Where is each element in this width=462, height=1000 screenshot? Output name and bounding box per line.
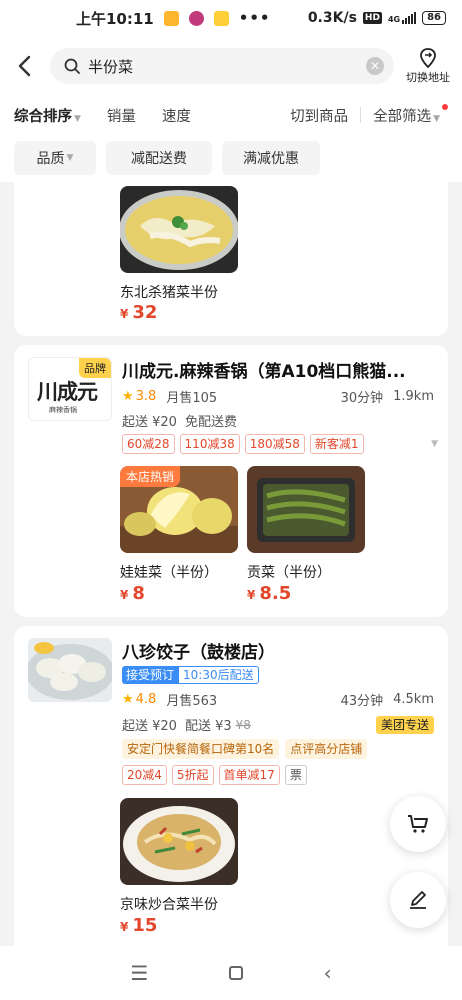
promo-tag: 60减28: [122, 434, 175, 454]
status-bar: 上午10:11 ••• 0.3K/s HD 4G 86: [0, 0, 462, 36]
shop-card[interactable]: 东北杀猪菜半份 ¥32: [14, 176, 448, 336]
switch-address-button[interactable]: 切换地址: [406, 47, 450, 85]
sort-comprehensive[interactable]: 综合排序 ▼: [14, 105, 81, 126]
shop-logo-dumpling-image: [28, 638, 112, 702]
preorder-tag: 接受预订: [122, 666, 179, 684]
shop-card[interactable]: 八珍饺子（鼓楼店） 接受预订 10:30后配送 ★ 4.8 月售563 43分钟…: [14, 626, 448, 946]
sort-sales[interactable]: 销量: [107, 105, 136, 126]
promo-tag: 180减58: [244, 434, 305, 454]
sort-speed[interactable]: 速度: [162, 105, 191, 126]
hd-icon: HD: [362, 12, 382, 24]
signal-icon: 4G: [388, 12, 417, 24]
min-order: 起送 ¥20: [122, 415, 177, 430]
caret-down-icon: ▼: [66, 153, 74, 163]
app-notification-icon: [188, 10, 204, 26]
promo-tags: 60减28 110减38 180减58 新客减1 ▼: [122, 434, 438, 454]
meituan-delivery-badge: 美团专送: [375, 715, 434, 734]
search-box[interactable]: ✕: [50, 48, 394, 84]
caret-down-icon: ▼: [433, 113, 440, 124]
switch-to-goods-button[interactable]: 切到商品: [290, 105, 348, 126]
expand-promos-icon[interactable]: ▼: [431, 439, 438, 449]
dish-price: ¥32: [120, 302, 158, 323]
pencil-icon: [410, 891, 426, 909]
chip-discount[interactable]: 满减优惠: [222, 141, 320, 175]
invoice-tag: 票: [284, 765, 307, 785]
rating: 4.8: [135, 692, 157, 707]
home-icon[interactable]: [228, 966, 243, 980]
notification-icon: [163, 10, 179, 26]
rating: 3.8: [135, 389, 157, 404]
more-notifications-icon: •••: [238, 9, 271, 27]
menu-icon[interactable]: ☰: [130, 961, 148, 985]
brand-badge: 品牌: [79, 358, 111, 378]
preorder-tags: 接受预订 10:30后配送: [122, 666, 259, 684]
edit-button[interactable]: [390, 872, 446, 928]
rank-tag: 安定门快餐简餐口碑第10名: [122, 739, 280, 759]
all-filter-button[interactable]: 全部筛选 ▼: [373, 105, 440, 126]
search-input[interactable]: [88, 57, 366, 75]
caret-down-icon: ▼: [74, 113, 81, 124]
promo-tag: 5折起: [171, 765, 214, 785]
monthly-sales: 月售563: [166, 694, 218, 709]
promo-tag: 新客减1: [309, 434, 364, 454]
chevron-left-icon: [18, 55, 31, 77]
search-header: ✕ 切换地址: [0, 36, 462, 96]
star-icon: ★: [122, 389, 134, 404]
stir-fried-vegetables-image[interactable]: [120, 798, 238, 885]
shop-logo: 品牌 川成元 麻辣香锅: [28, 357, 112, 421]
dish-name: 贡菜（半份）: [247, 565, 331, 581]
search-icon: [64, 58, 80, 74]
original-delivery-fee: ¥8: [235, 717, 251, 732]
location-switch-icon: [420, 48, 436, 69]
chip-quality[interactable]: 品质 ▼: [14, 141, 96, 175]
gongcai-image[interactable]: [247, 466, 365, 553]
sauerkraut-pork-dish-image[interactable]: [120, 186, 238, 273]
hot-seller-badge: 本店热销: [120, 466, 181, 487]
rank-tags: 安定门快餐简餐口碑第10名 点评高分店铺: [122, 739, 373, 759]
dish-price: ¥8.5: [247, 583, 292, 604]
battery-icon: 86: [422, 11, 446, 25]
shop-title[interactable]: 川成元.麻辣香锅（第A10档口熊猫...: [122, 357, 438, 382]
switch-address-label: 切换地址: [406, 71, 450, 84]
cart-button[interactable]: [390, 796, 446, 852]
baby-cabbage-image[interactable]: 本店热销: [120, 466, 238, 553]
dish-name: 京味炒合菜半份: [120, 897, 218, 913]
distance: 1.9km: [393, 389, 434, 404]
clear-search-button[interactable]: ✕: [366, 57, 384, 75]
chip-reduced-delivery[interactable]: 减配送费: [106, 141, 212, 175]
monthly-sales: 月售105: [166, 391, 218, 406]
system-nav-bar: ☰ ‹: [0, 946, 462, 1000]
divider: [360, 107, 362, 123]
delivery-fee: 配送 ¥3: [184, 719, 232, 734]
filter-red-dot: [442, 104, 448, 110]
back-button[interactable]: [2, 44, 46, 88]
status-time: 上午10:11: [76, 9, 154, 28]
promo-tag: 20减4: [122, 765, 167, 785]
star-icon: ★: [122, 692, 134, 707]
rank-tag: 点评高分店铺: [285, 739, 368, 759]
dish-price: ¥8: [120, 583, 145, 604]
dish-name: 娃娃菜（半份）: [120, 565, 218, 581]
network-speed: 0.3K/s: [307, 10, 357, 26]
promo-tag: 110减38: [179, 434, 240, 454]
min-order: 起送 ¥20: [122, 719, 177, 734]
logo-text: 川成元: [37, 379, 98, 404]
distance: 4.5km: [393, 692, 434, 707]
shop-card[interactable]: 品牌 川成元 麻辣香锅 川成元.麻辣香锅（第A10档口熊猫... ★ 3.8 月…: [14, 345, 448, 617]
dish-name: 东北杀猪菜半份: [120, 285, 218, 301]
sort-bar: 综合排序 ▼ 销量 速度 切到商品 全部筛选 ▼: [0, 96, 462, 134]
filter-chip-bar: 品质 ▼ 减配送费 满减优惠: [0, 134, 462, 182]
promo-tags: 20减4 5折起 首单减17 票: [122, 765, 307, 785]
delivery-slot-tag: 10:30后配送: [178, 666, 259, 684]
back-icon[interactable]: ‹: [324, 961, 332, 985]
cart-icon: [408, 815, 428, 833]
shop-title[interactable]: 八珍饺子（鼓楼店）: [122, 638, 438, 663]
delivery-time: 30分钟: [340, 391, 384, 406]
delivery-fee: 免配送费: [184, 415, 237, 430]
logo-subtext: 麻辣香锅: [49, 406, 77, 414]
emoji-notification-icon: [213, 10, 229, 26]
promo-tag: 首单减17: [218, 765, 280, 785]
dish-price: ¥15: [120, 915, 158, 936]
delivery-time: 43分钟: [340, 694, 384, 709]
